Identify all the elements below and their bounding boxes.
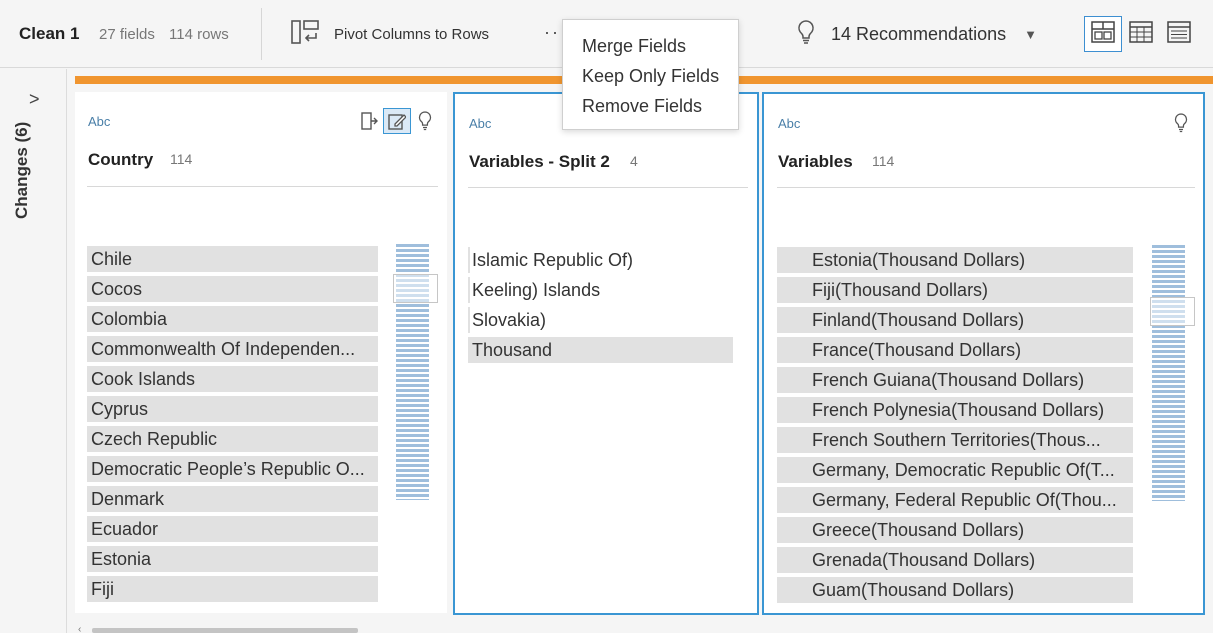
expand-chevron-icon[interactable]: >	[29, 89, 40, 110]
more-actions-menu: Merge Fields Keep Only Fields Remove Fie…	[562, 19, 739, 130]
value-item[interactable]: Finland(Thousand Dollars)	[777, 307, 1133, 333]
value-list: Estonia(Thousand Dollars) Fiji(Thousand D…	[777, 247, 1133, 607]
value-item[interactable]: Czech Republic	[87, 426, 378, 452]
header-divider	[87, 186, 438, 187]
value-item[interactable]: France(Thousand Dollars)	[777, 337, 1133, 363]
card-toolbar	[1167, 110, 1195, 136]
value-item[interactable]: French Polynesia(Thousand Dollars)	[777, 397, 1133, 423]
data-type-label[interactable]: Abc	[778, 116, 800, 131]
value-item[interactable]: Fiji	[87, 576, 378, 602]
scroll-overview-thumb[interactable]	[393, 274, 438, 303]
distinct-count: 4	[630, 153, 638, 169]
list-view-button[interactable]	[1160, 16, 1198, 52]
value-list: Chile Cocos Colombia Commonwealth Of Indepe…	[87, 246, 378, 606]
value-scroll-overview[interactable]	[1152, 245, 1185, 501]
caret-down-icon[interactable]: ▼	[1024, 27, 1037, 42]
horizontal-scrollbar-thumb[interactable]	[92, 628, 358, 633]
value-item[interactable]: Keeling) Islands	[468, 277, 733, 303]
changes-label[interactable]: Changes (6)	[12, 122, 32, 219]
field-name[interactable]: Variables	[778, 152, 853, 172]
value-item[interactable]: Germany, Democratic Republic Of(T...	[777, 457, 1133, 483]
value-item[interactable]: Commonwealth Of Independen...	[87, 336, 378, 362]
value-item[interactable]: Cook Islands	[87, 366, 378, 392]
field-menu-icon[interactable]	[355, 108, 383, 134]
field-name[interactable]: Variables - Split 2	[469, 152, 610, 172]
recommendations-button[interactable]: 14 Recommendations ▼	[795, 18, 1037, 50]
recommendations-label: 14 Recommendations	[831, 23, 1007, 44]
value-list: Islamic Republic Of) Keeling) Islands Slov…	[468, 247, 733, 367]
view-switcher	[1084, 16, 1198, 52]
value-item[interactable]: Guam(Thousand Dollars)	[777, 577, 1133, 603]
data-grid-button[interactable]	[1122, 16, 1160, 52]
value-item[interactable]: Denmark	[87, 486, 378, 512]
scroll-overview-thumb[interactable]	[1150, 297, 1195, 326]
value-item[interactable]: Democratic People’s Republic O...	[87, 456, 378, 482]
value-item[interactable]: Greece(Thousand Dollars)	[777, 517, 1133, 543]
value-item[interactable]: Colombia	[87, 306, 378, 332]
lightbulb-icon[interactable]	[411, 108, 439, 134]
value-item[interactable]: Germany, Federal Republic Of(Thou...	[777, 487, 1133, 513]
value-item[interactable]: Thousand	[468, 337, 733, 363]
value-item[interactable]: Islamic Republic Of)	[468, 247, 733, 273]
field-card-variables-split-2[interactable]: Abc Variables - Split 2 4 Islamic Republ…	[453, 92, 759, 615]
more-actions-button[interactable]: ··	[544, 22, 560, 43]
field-name[interactable]: Country	[88, 150, 153, 170]
value-item[interactable]: French Guiana(Thousand Dollars)	[777, 367, 1133, 393]
profile-view-icon	[1091, 20, 1115, 48]
lightbulb-icon[interactable]	[1167, 110, 1195, 136]
value-item[interactable]: French Southern Territories(Thous...	[777, 427, 1133, 453]
field-card-country[interactable]: Abc Country 114 Chile Cocos Colombia Common…	[75, 92, 447, 613]
value-item[interactable]: Estonia(Thousand Dollars)	[777, 247, 1133, 273]
header-divider	[777, 187, 1195, 188]
profile-view-button[interactable]	[1084, 16, 1122, 52]
rows-count: 114 rows	[169, 26, 229, 43]
distinct-count: 114	[872, 153, 895, 169]
data-grid-icon	[1129, 20, 1153, 48]
menu-item-remove-fields[interactable]: Remove Fields	[563, 94, 738, 124]
pivot-columns-icon	[290, 19, 320, 50]
value-item[interactable]: Estonia	[87, 546, 378, 572]
data-type-label[interactable]: Abc	[88, 114, 110, 129]
fields-count: 27 fields	[99, 26, 155, 43]
value-item[interactable]: Chile	[87, 246, 378, 272]
edit-values-icon[interactable]	[383, 108, 411, 134]
list-view-icon	[1167, 20, 1191, 48]
value-item[interactable]: Slovakia)	[468, 307, 733, 333]
value-item[interactable]: Fiji(Thousand Dollars)	[777, 277, 1133, 303]
lightbulb-icon	[795, 19, 817, 50]
header-divider	[468, 187, 748, 188]
value-item[interactable]: Cyprus	[87, 396, 378, 422]
value-item[interactable]: Ecuador	[87, 516, 378, 542]
changes-panel: > Changes (6)	[0, 69, 67, 633]
menu-item-merge-fields[interactable]: Merge Fields	[563, 34, 738, 64]
distinct-count: 114	[170, 151, 193, 167]
value-item[interactable]: Cocos	[87, 276, 378, 302]
field-card-variables[interactable]: Abc Variables 114 Estonia(Thousand Dolla…	[762, 92, 1205, 615]
scroll-left-arrow-icon[interactable]: ‹	[78, 624, 81, 633]
toolbar-divider	[261, 8, 262, 60]
pivot-columns-label: Pivot Columns to Rows	[334, 25, 490, 43]
step-title: Clean 1	[19, 24, 80, 43]
pivot-columns-button[interactable]: Pivot Columns to Rows	[290, 18, 489, 50]
menu-item-keep-only-fields[interactable]: Keep Only Fields	[563, 64, 738, 94]
card-toolbar	[355, 108, 439, 134]
data-type-label[interactable]: Abc	[469, 116, 491, 131]
value-item[interactable]: Grenada(Thousand Dollars)	[777, 547, 1133, 573]
